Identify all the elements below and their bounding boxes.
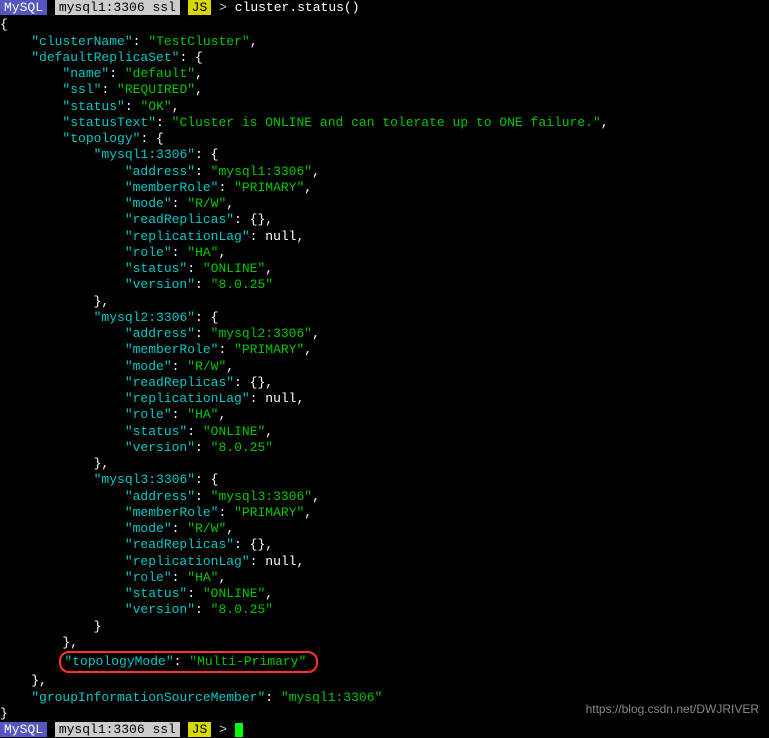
terminal-output: MySQL mysql1:3306 ssl JS > cluster.statu… <box>0 0 769 738</box>
prompt-arrow: > <box>219 0 227 15</box>
prompt-arrow: > <box>219 722 227 737</box>
mysql-badge: MySQL <box>0 0 47 15</box>
host-badge: mysql1:3306 ssl <box>55 0 180 15</box>
command-text[interactable]: cluster.status() <box>235 0 360 15</box>
mysql-badge: MySQL <box>0 722 47 737</box>
json-output: { "clusterName": "TestCluster", "default… <box>0 17 769 722</box>
prompt-line-2[interactable]: MySQL mysql1:3306 ssl JS > <box>0 722 769 738</box>
host-badge: mysql1:3306 ssl <box>55 722 180 737</box>
js-mode-badge: JS <box>188 722 212 737</box>
prompt-line-1: MySQL mysql1:3306 ssl JS > cluster.statu… <box>0 0 769 16</box>
watermark: https://blog.csdn.net/DWJRIVER <box>586 702 759 717</box>
highlight-topology-mode: "topologyMode": "Multi-Primary" <box>59 651 318 673</box>
js-mode-badge: JS <box>188 0 212 15</box>
